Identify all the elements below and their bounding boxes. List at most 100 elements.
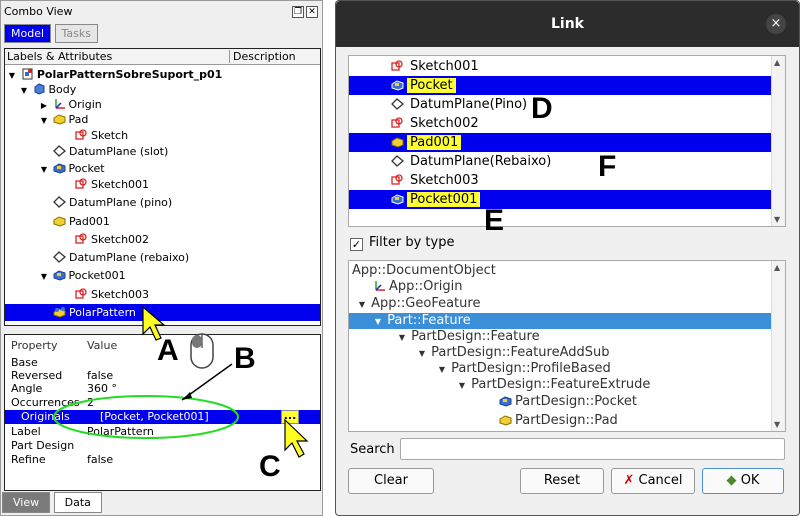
clear-button[interactable]: Clear (348, 468, 434, 494)
type-item-pad[interactable]: PartDesign::Pad (349, 413, 771, 429)
reset-button[interactable]: Reset (520, 468, 604, 494)
ellipsis-button[interactable]: ... (281, 410, 299, 424)
property-row-occurrences[interactable]: Occurrences 2 (5, 396, 320, 409)
pocket-icon (391, 194, 404, 205)
annotation-e: E (484, 204, 505, 237)
type-item-pocket[interactable]: PartDesign::Pocket (349, 394, 771, 410)
property-row-reversed[interactable]: Reversed false (5, 369, 320, 382)
annotation-c: C (259, 450, 281, 483)
tree-item-sketch[interactable]: Sketch (5, 127, 320, 144)
chevron-down-icon[interactable]: ▼ (357, 297, 367, 313)
list-item-datumplane-rebaixo[interactable]: DatumPlane(Rebaixo) (349, 152, 771, 171)
type-item-featureextrude[interactable]: ▼ PartDesign::FeatureExtrude (349, 377, 771, 393)
cancel-icon: ✗ (623, 473, 635, 488)
tree-item-sketch001[interactable]: Sketch001 (5, 176, 320, 193)
column-header-labels[interactable]: Labels & Attributes (7, 50, 112, 63)
tree-item-datumplane-rebaixo[interactable]: DatumPlane (rebaixo) (5, 249, 320, 266)
type-item-profilebased[interactable]: ▼ PartDesign::ProfileBased (349, 361, 771, 377)
chevron-down-icon[interactable]: ▼ (373, 314, 383, 330)
type-item-documentobject[interactable]: App::DocumentObject (349, 263, 771, 279)
pocket-icon (391, 80, 404, 91)
chevron-down-icon[interactable]: ▼ (417, 346, 427, 362)
tab-data[interactable]: Data (53, 492, 102, 513)
type-item-partdesign-feature[interactable]: ▼ PartDesign::Feature (349, 329, 771, 345)
scroll-down-icon[interactable]: ▼ (774, 420, 780, 429)
cancel-button[interactable]: ✗ Cancel (611, 468, 695, 494)
tab-model[interactable]: Model (4, 24, 52, 43)
list-item-pocket[interactable]: Pocket (349, 76, 771, 95)
link-dialog: Link × Sketch001 Pocket DatumPlane(Pino)… (335, 0, 800, 516)
property-row-label[interactable]: Label PolarPattern (5, 425, 320, 438)
property-row-originals[interactable]: Originals [Pocket, Pocket001] ... (5, 410, 320, 424)
tab-tasks[interactable]: Tasks (54, 24, 99, 43)
checkbox[interactable]: ✓ (350, 238, 363, 251)
list-item-datumplane-pino[interactable]: DatumPlane(Pino) (349, 95, 771, 114)
chevron-down-icon[interactable]: ▼ (457, 378, 467, 394)
combo-view-title: Combo View (4, 5, 73, 18)
combo-view-panel: Combo View ❐ ✕ Model Tasks Labels & Attr… (0, 0, 323, 516)
tree-item-datumplane-pino[interactable]: DatumPlane (pino) (5, 194, 320, 211)
tree-item-polarpattern[interactable]: PolarPattern (5, 304, 320, 321)
sketch-icon (75, 288, 87, 299)
datum-plane-icon (53, 196, 66, 208)
datum-plane-icon (53, 145, 66, 157)
search-input[interactable] (400, 438, 785, 460)
scroll-up-icon[interactable]: ▲ (774, 58, 780, 67)
close-icon[interactable]: ✕ (306, 6, 318, 18)
chevron-down-icon[interactable]: ▼ (39, 268, 49, 285)
sketch-icon (75, 178, 87, 189)
chevron-down-icon[interactable]: ▼ (437, 362, 447, 378)
sketch-icon (75, 129, 87, 140)
float-icon[interactable]: ❐ (292, 6, 304, 18)
top-tabs: Model Tasks (4, 24, 99, 43)
filter-by-type-checkbox[interactable]: ✓ Filter by type (350, 235, 454, 251)
tree-item-pocket001[interactable]: ▼ Pocket001 (5, 267, 320, 284)
list-item-sketch002[interactable]: Sketch002 (349, 114, 771, 133)
ok-button[interactable]: ◆ OK (702, 468, 784, 494)
scroll-down-icon[interactable]: ▼ (774, 215, 780, 224)
annotation-a: A (157, 334, 179, 367)
sketch-icon (391, 174, 403, 185)
type-tree: App::DocumentObject App::Origin ▼ App::G… (348, 260, 786, 432)
model-tree: Labels & Attributes Description ▼ PolarP… (4, 48, 321, 326)
property-row-angle[interactable]: Angle 360 ° (5, 382, 320, 395)
datum-plane-icon (53, 251, 66, 263)
bottom-tabs: View Data (2, 492, 102, 513)
tree-item-pad001[interactable]: Pad001 (5, 213, 320, 230)
column-header-description[interactable]: Description (229, 50, 296, 63)
pocket-icon (499, 396, 512, 407)
origin-icon (375, 281, 385, 291)
tree-item-sketch002[interactable]: Sketch002 (5, 231, 320, 248)
type-item-featureaddsub[interactable]: ▼ PartDesign::FeatureAddSub (349, 345, 771, 361)
tree-item-pad[interactable]: ▼ Pad (5, 111, 320, 128)
document-icon (22, 68, 33, 80)
dialog-title: Link (551, 16, 584, 32)
search-label: Search (350, 442, 395, 457)
chevron-down-icon[interactable]: ▼ (397, 330, 407, 346)
object-list-scrollbar[interactable]: ▲ ▼ (771, 56, 785, 226)
sketch-icon (391, 60, 403, 71)
list-item-pad001[interactable]: Pad001 (349, 133, 771, 152)
pad-icon (391, 137, 404, 148)
body-icon (34, 83, 44, 95)
annotation-f: F (598, 150, 617, 183)
tree-item-pocket[interactable]: ▼ Pocket (5, 160, 320, 177)
type-item-origin[interactable]: App::Origin (349, 279, 771, 295)
scroll-up-icon[interactable]: ▲ (774, 263, 780, 272)
tree-item-sketch003[interactable]: Sketch003 (5, 286, 320, 303)
tree-item-datumplane-slot[interactable]: DatumPlane (slot) (5, 143, 320, 160)
origin-icon (54, 99, 65, 109)
annotation-b: B (234, 342, 256, 375)
sketch-icon (391, 117, 403, 128)
tab-view[interactable]: View (2, 492, 51, 513)
list-item-sketch001[interactable]: Sketch001 (349, 57, 771, 76)
close-button[interactable]: × (766, 14, 786, 34)
type-tree-scrollbar[interactable]: ▲ ▼ (771, 261, 785, 431)
list-item-pocket001[interactable]: Pocket001 (349, 190, 771, 209)
ok-icon: ◆ (726, 473, 737, 488)
type-item-part-feature[interactable]: ▼ Part::Feature (349, 313, 771, 329)
type-item-geofeature[interactable]: ▼ App::GeoFeature (349, 296, 771, 312)
pocket-icon (53, 163, 65, 174)
list-item-sketch003[interactable]: Sketch003 (349, 171, 771, 190)
pad-icon (53, 216, 66, 227)
